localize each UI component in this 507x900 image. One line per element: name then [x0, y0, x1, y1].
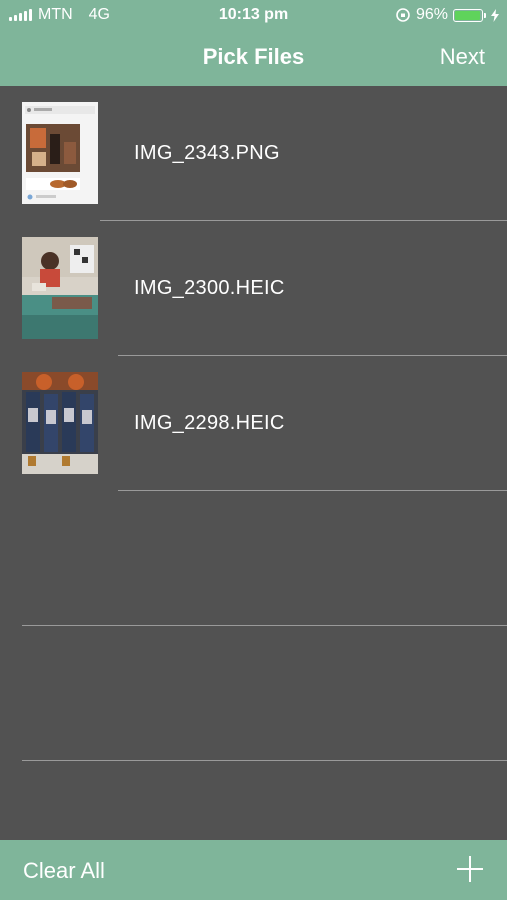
- row-separator: [22, 760, 507, 761]
- status-right: 96%: [395, 6, 499, 24]
- next-button[interactable]: Next: [440, 44, 485, 70]
- page-title: Pick Files: [202, 44, 305, 69]
- nav-bar: Pick Files Next: [0, 30, 507, 86]
- file-name: IMG_2300.HEIC: [134, 277, 285, 299]
- file-row[interactable]: IMG_2298.HEIC: [0, 356, 507, 491]
- file-thumbnail: [22, 102, 98, 204]
- empty-row: [0, 626, 507, 761]
- charging-icon: [491, 8, 499, 22]
- file-name: IMG_2298.HEIC: [134, 412, 285, 434]
- file-row[interactable]: IMG_2343.PNG: [0, 86, 507, 221]
- file-thumbnail: [22, 372, 98, 474]
- battery-cap: [484, 12, 486, 18]
- file-row[interactable]: IMG_2300.HEIC: [0, 221, 507, 356]
- file-list: IMG_2343.PNG IMG_2300.HEIC IMG_2298.HEIC: [0, 86, 507, 840]
- clear-all-button[interactable]: Clear All: [23, 858, 105, 884]
- empty-row: [0, 491, 507, 626]
- battery-fill: [455, 10, 480, 20]
- status-bar: MTN 4G 10:13 pm 96%: [0, 0, 507, 30]
- bottom-toolbar: Clear All: [0, 840, 507, 900]
- rotation-lock-icon: [396, 8, 410, 22]
- plus-icon[interactable]: [457, 856, 483, 882]
- battery-percent: 96%: [415, 6, 448, 23]
- battery-icon: [453, 8, 483, 22]
- file-thumbnail: [22, 237, 98, 339]
- file-name: IMG_2343.PNG: [134, 142, 280, 164]
